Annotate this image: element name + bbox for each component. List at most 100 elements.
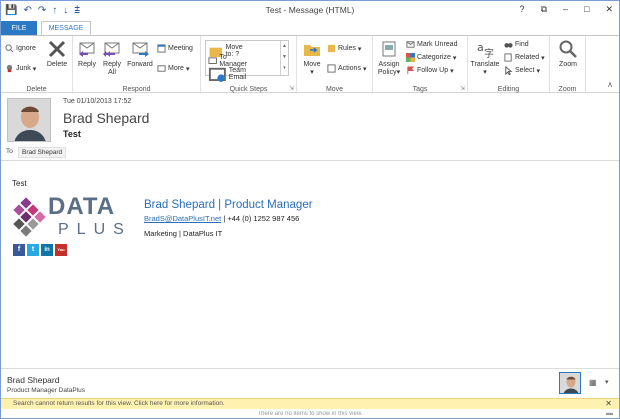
reply-all-button[interactable]: Reply All: [100, 39, 124, 77]
info-bar-close-icon[interactable]: ✕: [605, 399, 612, 408]
ribbon-display-options-button[interactable]: ⧉: [541, 4, 547, 15]
envelope-icon: [406, 41, 415, 48]
search-info-bar[interactable]: Search cannot return results for this vi…: [1, 398, 619, 409]
rules-button[interactable]: Rules ▾: [327, 44, 361, 53]
actions-icon: [327, 64, 336, 73]
message-body-text: Test: [12, 179, 27, 188]
delete-label: Delete: [46, 61, 68, 68]
reply-all-label-1: Reply: [103, 61, 121, 68]
recipient-chip[interactable]: Brad Shepard: [18, 147, 67, 158]
rules-icon: [327, 44, 336, 53]
svg-text:a: a: [477, 41, 484, 54]
zoom-label: Zoom: [559, 61, 577, 68]
categorize-button[interactable]: Categorize ▾: [406, 53, 456, 62]
move-button[interactable]: Move ▾: [299, 39, 325, 77]
quick-step-team-email[interactable]: Team Email: [208, 65, 247, 84]
people-pane-title: Product Manager DataPlus: [7, 387, 86, 394]
status-line: There are no items to show in this view.…: [1, 409, 619, 418]
meeting-button[interactable]: Meeting: [157, 44, 193, 53]
related-icon: [504, 53, 512, 62]
minimize-button[interactable]: –: [563, 4, 568, 15]
mark-unread-button[interactable]: Mark Unread: [406, 40, 457, 49]
select-button[interactable]: Select ▾: [504, 66, 540, 75]
zoom-group: Zoom Zoom: [550, 36, 586, 94]
ribbon: Ignore Junk ▾ Delete Delete Reply Reply A…: [1, 35, 619, 94]
select-label: Select: [515, 67, 535, 74]
help-button[interactable]: ?: [520, 4, 525, 15]
follow-up-button[interactable]: Follow Up ▾: [406, 66, 454, 75]
meeting-label: Meeting: [168, 45, 193, 52]
assign-label-2: Policy: [377, 69, 397, 76]
sender-name[interactable]: Brad Shepard: [63, 110, 149, 126]
assign-label-1: Assign: [378, 61, 400, 68]
message-subject: Test: [63, 129, 81, 139]
forward-label: Forward: [127, 61, 153, 68]
delete-group-label: Delete: [26, 86, 47, 93]
ignore-label: Ignore: [16, 45, 36, 52]
tab-file[interactable]: FILE: [1, 21, 37, 36]
delete-x-icon: [48, 40, 66, 58]
info-bar-text[interactable]: Search cannot return results for this vi…: [13, 400, 225, 407]
twitter-icon[interactable]: t: [27, 244, 39, 256]
social-links: f t in You: [13, 244, 67, 256]
find-button[interactable]: Find: [504, 40, 529, 49]
reply-all-label-2: All: [108, 69, 116, 76]
related-button[interactable]: Related ▾: [504, 53, 545, 62]
people-view-toggle-icon[interactable]: ▦: [589, 378, 597, 387]
close-button[interactable]: ✕: [605, 4, 613, 15]
zoom-group-label: Zoom: [558, 86, 577, 93]
facebook-icon[interactable]: f: [13, 244, 25, 256]
forward-button[interactable]: Forward: [125, 39, 155, 69]
move-group-label: Move: [325, 86, 344, 93]
sender-avatar[interactable]: [7, 98, 51, 142]
reply-label: Reply: [78, 61, 96, 68]
delete-button[interactable]: Delete: [44, 39, 70, 69]
people-pane-avatar[interactable]: [559, 372, 581, 394]
binoculars-icon: [504, 43, 513, 48]
reply-icon: [79, 42, 95, 57]
reply-button[interactable]: Reply: [75, 39, 99, 69]
maximize-button[interactable]: □: [584, 4, 589, 15]
youtube-icon[interactable]: You: [55, 244, 67, 256]
translate-button[interactable]: a字 Translate ▾: [468, 39, 502, 77]
ignore-button[interactable]: Ignore: [5, 44, 36, 53]
assign-policy-button[interactable]: Assign Policy▾: [375, 39, 403, 77]
more-respond-button[interactable]: More ▾: [157, 64, 189, 73]
zoom-button[interactable]: Zoom: [552, 39, 584, 69]
ribbon-tabs: FILE MESSAGE: [1, 21, 619, 36]
junk-button[interactable]: Junk ▾: [5, 64, 36, 73]
signature-company: Marketing | DataPlus IT: [144, 229, 223, 238]
people-pane-name[interactable]: Brad Shepard: [7, 375, 59, 385]
collapse-ribbon-icon[interactable]: ∧: [607, 80, 613, 89]
quick-steps-gallery: Move to: ? To Manager Team Email ▲ ▼ ▾: [205, 40, 289, 82]
categorize-icon: [406, 53, 415, 62]
editing-group-label: Editing: [497, 86, 520, 93]
quick-step-label: Team Email: [228, 67, 247, 82]
quick-steps-group: Move to: ? To Manager Team Email ▲ ▼ ▾ ⇲ Q…: [201, 36, 297, 94]
tab-message[interactable]: MESSAGE: [41, 21, 91, 36]
magnifier-icon: [559, 40, 577, 58]
quick-steps-scroll[interactable]: ▲ ▼ ▾: [280, 41, 288, 75]
reply-all-icon: [103, 42, 120, 57]
more-label: More: [168, 65, 184, 72]
actions-label: Actions: [338, 65, 361, 72]
message-date: Tue 01/10/2013 17:52: [63, 98, 132, 105]
resize-grip-icon[interactable]: ▬: [606, 410, 613, 417]
find-label: Find: [515, 41, 529, 48]
people-pane-expand-icon[interactable]: ▾: [605, 378, 609, 386]
person-photo-icon: [8, 99, 50, 141]
tags-group-label: Tags: [412, 86, 428, 93]
logo-plus-text: PLUS: [58, 221, 132, 238]
signature-contact: BradS@DataPlusIT.net | +44 (0) 1252 987 …: [144, 214, 299, 223]
respond-group: Reply Reply All Forward Meeting More ▾ Re…: [73, 36, 201, 94]
move-label: Move: [303, 61, 321, 68]
svg-text:字: 字: [484, 47, 494, 59]
translate-icon: a字: [477, 41, 494, 59]
actions-button[interactable]: Actions ▾: [327, 64, 366, 73]
tags-group: Assign Policy▾ Mark Unread Categorize ▾ F…: [373, 36, 468, 94]
follow-up-label: Follow Up: [417, 67, 449, 74]
more-icon: [157, 65, 166, 72]
signature-email-link[interactable]: BradS@DataPlusIT.net: [144, 214, 221, 223]
window-controls: ? ⧉ – □ ✕: [520, 4, 613, 15]
linkedin-icon[interactable]: in: [41, 244, 53, 256]
